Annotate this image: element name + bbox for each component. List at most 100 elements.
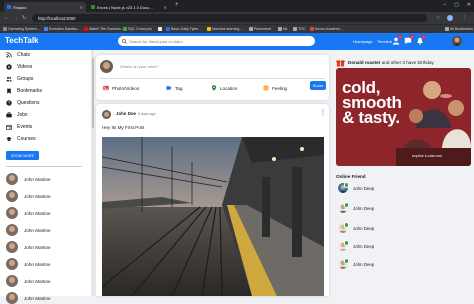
post-input[interactable]: What's on your mind?	[120, 64, 159, 69]
sidebar-item-label: Bookmarks	[17, 88, 43, 94]
bookmark-item[interactable]: Placement	[249, 27, 271, 31]
friend-avatar	[6, 190, 18, 202]
scrollbar-thumb[interactable]	[91, 58, 94, 128]
new-tab-button[interactable]: +	[175, 2, 179, 8]
online-friend-item[interactable]: John Deep	[338, 240, 374, 251]
timeline-link[interactable]: Timeline	[377, 39, 392, 44]
forward-icon[interactable]: →	[13, 15, 18, 21]
emoji-icon	[263, 85, 269, 91]
friend-list-item[interactable]: John Martine	[6, 207, 51, 219]
ad-subtext: explore k-cola.com	[412, 154, 443, 158]
bookmark-item[interactable]: Incom Academi…	[310, 27, 343, 31]
online-friend-item[interactable]: John Deep	[338, 202, 374, 213]
post-author-name[interactable]: John Doe	[116, 111, 136, 116]
sidebar-item-label: Groups	[17, 76, 34, 82]
sidebar-item-chats[interactable]: Chats	[6, 52, 30, 58]
post-author-avatar[interactable]	[102, 110, 111, 119]
bookmark-item[interactable]: Basic Daily Tylen…	[166, 27, 202, 31]
friend-avatar	[6, 258, 18, 270]
back-icon[interactable]: ←	[4, 15, 9, 21]
bookmark-item[interactable]	[158, 27, 163, 31]
right-sidebar: Donald roaster and other 3 have birthday…	[332, 50, 474, 296]
birthday-name: Donald roaster	[348, 60, 381, 65]
avatar-image	[452, 36, 462, 46]
online-friend-item[interactable]: John Deep	[338, 258, 374, 269]
sidebar-item-videos[interactable]: Videos	[6, 64, 32, 70]
bookmark-item[interactable]: Machine learning…	[207, 27, 243, 31]
share-option-photo[interactable]: Photo/Videos	[103, 85, 139, 91]
sidebar-item-groups[interactable]: Groups	[6, 76, 33, 82]
friend-requests-button[interactable]: 1	[392, 35, 402, 45]
share-button[interactable]: Share	[310, 81, 326, 90]
profile-icon[interactable]	[447, 15, 453, 21]
friend-name: John Martine	[24, 278, 51, 284]
bookmark-item[interactable]: SQL Cross join	[123, 27, 152, 31]
browser-tab-active[interactable]: Fbapko ✕	[4, 2, 86, 12]
share-option-feeling[interactable]: Feeling	[263, 85, 287, 91]
show-more-button[interactable]: SHOW MORE	[6, 151, 39, 160]
friend-list-item[interactable]: John Martine	[6, 173, 51, 185]
homepage-link[interactable]: Homepage	[353, 39, 373, 44]
sidebar-item-jobs[interactable]: Jobs	[6, 112, 28, 118]
app-logo[interactable]: TechTalk	[5, 36, 39, 45]
address-bar-row: ← → ↻ http://localhost:3000 ☆ ⋮	[0, 12, 474, 24]
share-box: What's on your mind? Photo/Videos Tag Lo…	[96, 55, 329, 100]
bookmark-item[interactable]: TOC	[293, 27, 306, 31]
bookmark-favicon-icon	[44, 27, 48, 31]
share-option-location[interactable]: Location	[211, 85, 237, 91]
sidebar-item-events[interactable]: Events	[6, 124, 32, 130]
sidebar-item-bookmarks[interactable]: Bookmarks	[6, 88, 42, 94]
more-vert-icon[interactable]: ⋮	[320, 109, 326, 116]
minimize-icon[interactable]: –	[443, 2, 446, 8]
online-friend-item[interactable]: John Deep	[338, 182, 374, 193]
tab-title: Fbapko	[13, 4, 27, 10]
close-window-icon[interactable]: ✕	[467, 2, 471, 8]
gift-icon	[336, 59, 345, 67]
user-avatar[interactable]	[452, 36, 462, 46]
close-tab-icon[interactable]: ✕	[164, 5, 167, 10]
search-input[interactable]: Search for friend post or video	[118, 36, 315, 46]
bookmark-label: Basic Daily Tylen…	[171, 27, 202, 31]
friend-list-item[interactable]: John Martine	[6, 224, 51, 236]
friend-list-item[interactable]: John Martine	[6, 258, 51, 270]
post-image[interactable]	[102, 137, 324, 296]
url-field[interactable]: http://localhost:3000	[32, 14, 427, 22]
friend-name: John Martine	[24, 244, 51, 250]
messages-button[interactable]: 2	[404, 35, 414, 45]
share-option-tag[interactable]: Tag	[166, 85, 182, 91]
bookmark-favicon-icon	[166, 27, 170, 31]
browser-tab[interactable]: Errors | Node.js v23.1.0 Docu… ✕	[88, 2, 170, 12]
bookmark-item[interactable]: Evolution Handbo…	[44, 27, 81, 31]
maximize-icon[interactable]: ▢	[454, 2, 459, 8]
sidebar-scrollbar[interactable]	[91, 50, 94, 296]
sidebar-item-label: Events	[17, 124, 33, 130]
friend-list-item[interactable]: John Martine	[6, 241, 51, 253]
menu-icon[interactable]: ⋮	[462, 15, 467, 21]
close-tab-icon[interactable]: ✕	[80, 5, 83, 10]
reload-icon[interactable]: ↻	[22, 15, 26, 21]
folder-icon	[249, 27, 253, 31]
friend-list-item[interactable]: John Martine	[6, 190, 51, 202]
notifications-button[interactable]: 1	[416, 35, 426, 45]
bookmarks-bar: Operating System… Evolution Handbo… Watc…	[0, 24, 474, 33]
friend-list-item[interactable]: John Martine	[6, 292, 51, 304]
star-icon[interactable]: ☆	[436, 15, 440, 21]
bookmark-item[interactable]: ML	[278, 27, 288, 31]
sidebar-item-courses[interactable]: Courses	[6, 136, 36, 142]
bookmark-label: Placement	[254, 27, 271, 31]
bookmark-item[interactable]: Operating System…	[3, 27, 40, 31]
bookmark-favicon-icon	[123, 27, 127, 31]
advertisement-banner[interactable]: cold, smooth & tasty. explore k-cola.com	[336, 68, 471, 166]
friend-list-item[interactable]: John Martine	[6, 275, 51, 287]
app-topbar: TechTalk Search for friend post or video…	[0, 33, 474, 50]
bookmark-label: Incom Academi…	[315, 27, 344, 31]
online-friends-title: Online Friend	[336, 174, 366, 179]
url-text: http://localhost:3000	[38, 15, 76, 21]
online-friend-item[interactable]: John Deep	[338, 222, 374, 233]
bookmark-label: SQL Cross join	[128, 27, 153, 31]
bookmark-item[interactable]: Watch The Success…	[84, 27, 124, 31]
sidebar-item-questions[interactable]: ? Questions	[6, 100, 40, 106]
help-icon: ?	[6, 100, 12, 106]
bookmark-item[interactable]: All Bookmarks	[445, 27, 473, 31]
notification-badge: 1	[398, 35, 402, 39]
